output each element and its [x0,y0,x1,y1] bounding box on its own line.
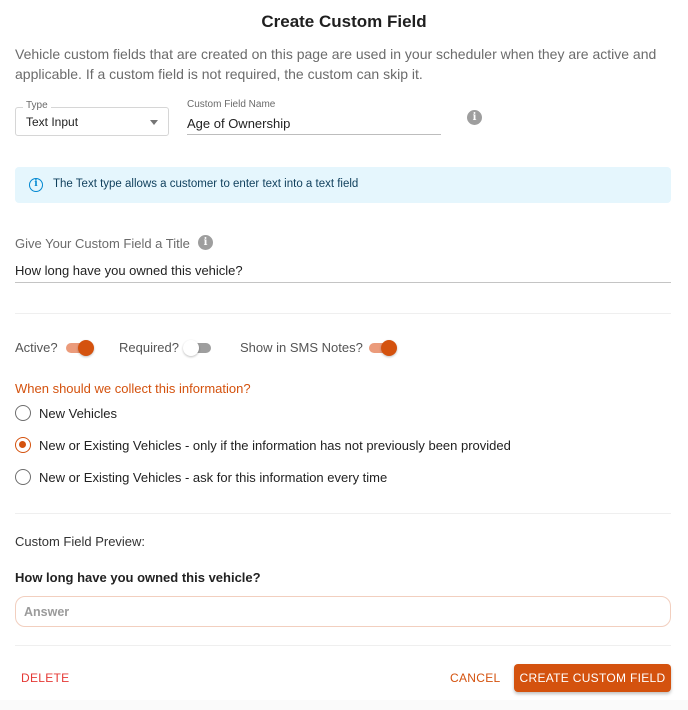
type-select[interactable]: Type Text Input [15,100,169,136]
active-toggle[interactable] [64,340,94,356]
field-title-label: Give Your Custom Field a Title [15,236,190,251]
active-toggle-label: Active? [15,340,58,355]
collect-question-label: When should we collect this information? [15,381,251,396]
dialog-intro: Vehicle custom fields that are created o… [15,46,657,82]
radio-label: New or Existing Vehicles - only if the i… [39,438,511,453]
footer-shade [0,700,688,710]
type-select-value: Text Input [26,115,79,129]
sms-notes-toggle[interactable] [367,340,397,356]
delete-button[interactable]: DELETE [21,671,69,685]
custom-field-name-input[interactable] [187,113,441,135]
divider [15,645,671,646]
divider [15,513,671,514]
custom-field-name-label: Custom Field Name [187,99,276,110]
toggle-thumb [78,340,94,356]
radio-label: New or Existing Vehicles - ask for this … [39,470,388,485]
chevron-down-icon [150,120,158,125]
alert-text: The Text type allows a customer to enter… [53,178,359,190]
cancel-button[interactable]: CANCEL [450,671,500,685]
toggle-thumb [183,340,199,356]
info-icon[interactable]: i [467,110,482,125]
preview-label: Custom Field Preview: [15,534,146,549]
info-outline-icon: i [29,178,43,192]
divider [15,313,671,314]
dialog-title: Create Custom Field [261,12,427,31]
preview-answer-input[interactable] [15,596,671,627]
radio-label: New Vehicles [39,406,118,421]
radio-circle[interactable] [15,437,31,453]
create-custom-field-button[interactable]: CREATE CUSTOM FIELD [514,664,671,692]
info-icon[interactable]: i [198,235,213,250]
radio-circle[interactable] [15,405,31,421]
preview-question: How long have you owned this vehicle? [15,570,261,585]
field-title-input[interactable] [15,259,671,283]
sms-notes-toggle-label: Show in SMS Notes? [240,340,363,355]
type-select-label: Type [23,100,51,111]
radio-circle[interactable] [15,469,31,485]
required-toggle-label: Required? [119,340,179,355]
required-toggle[interactable] [183,340,213,356]
toggle-thumb [381,340,397,356]
type-info-alert: i The Text type allows a customer to ent… [15,167,671,203]
